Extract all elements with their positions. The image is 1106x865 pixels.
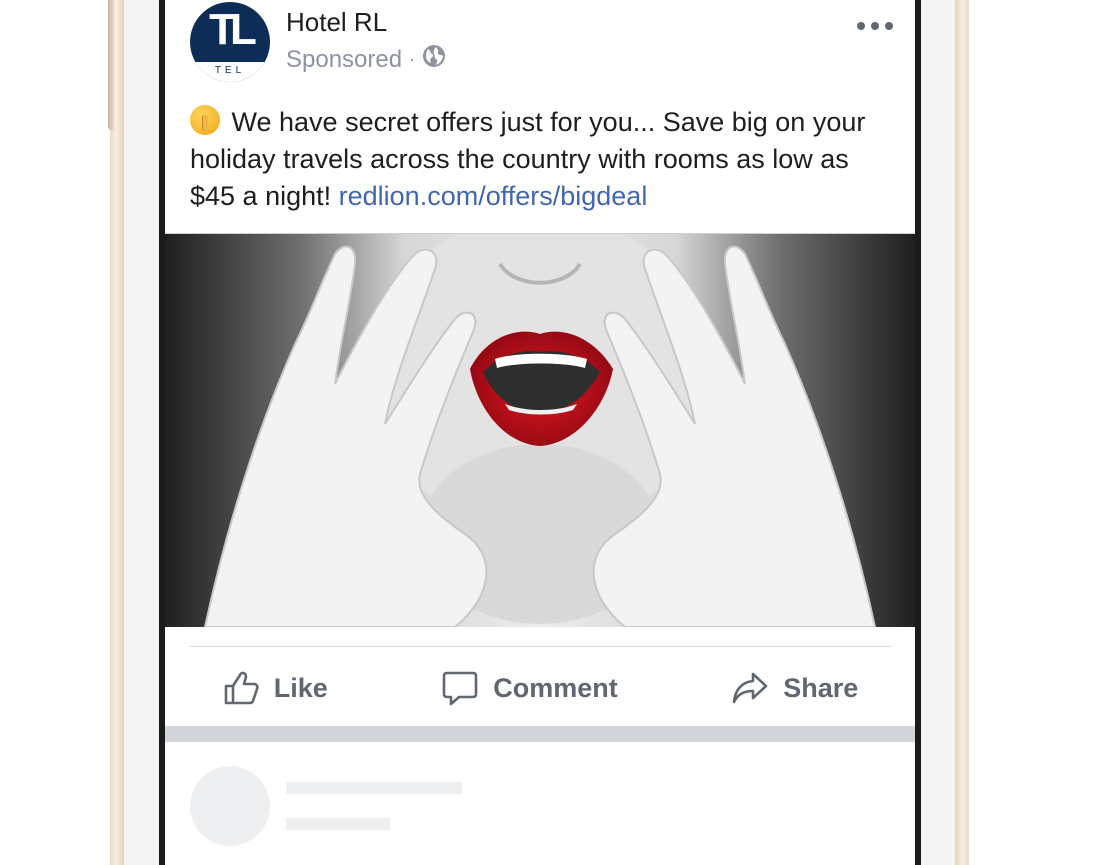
post-link[interactable]: redlion.com/offers/bigdeal [339, 181, 648, 211]
page-name-link[interactable]: Hotel RL [286, 7, 387, 38]
like-label: Like [273, 672, 328, 703]
phone-side-button [108, 0, 114, 130]
post-meta: Sponsored · [286, 44, 446, 75]
share-button[interactable]: Share [731, 669, 858, 707]
loading-line-placeholder [286, 782, 462, 794]
thumbs-up-icon [224, 671, 259, 705]
facebook-feed-screen: TL TEL Hotel RL Sponsored · We have secr… [165, 0, 915, 865]
sponsored-label: Sponsored [286, 45, 403, 73]
comment-label: Comment [493, 672, 618, 703]
more-options-button[interactable] [857, 14, 893, 38]
loading-avatar-placeholder [190, 766, 270, 846]
page-avatar[interactable]: TL TEL [190, 2, 270, 82]
phone-bezel-right [921, 0, 955, 865]
meta-separator: · [409, 49, 416, 69]
more-options-icon [857, 22, 865, 30]
loading-line-placeholder [286, 818, 390, 830]
post-actions-bar: Like Comment Share [165, 660, 915, 716]
globe-icon [422, 44, 446, 75]
post-image[interactable] [165, 233, 915, 627]
action-divider [190, 646, 892, 647]
phone-frame-right-edge [955, 0, 969, 865]
comment-button[interactable]: Comment [441, 669, 618, 707]
like-button[interactable]: Like [222, 669, 328, 707]
feed-separator [165, 726, 915, 742]
avatar-band-text: TEL [190, 62, 270, 82]
comment-icon [442, 671, 478, 706]
avatar-monogram: TL [209, 5, 257, 54]
share-label: Share [783, 672, 859, 703]
share-arrow-icon [732, 672, 768, 704]
phone-bezel-left [124, 0, 160, 865]
post-body: We have secret offers just for you... Sa… [190, 104, 900, 215]
shushing-face-emoji [190, 105, 220, 135]
